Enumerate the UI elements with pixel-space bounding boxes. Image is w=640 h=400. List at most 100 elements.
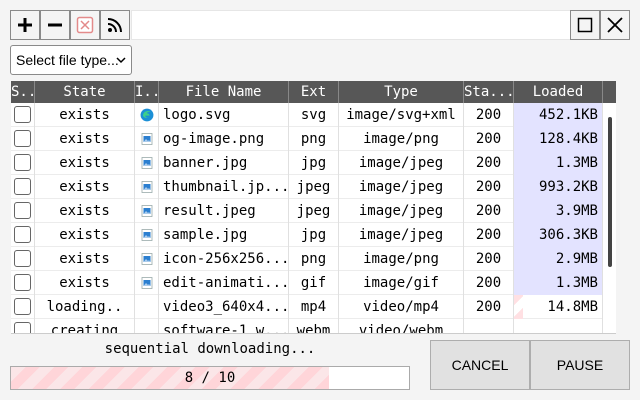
cancel-button[interactable]: CANCEL <box>430 340 530 390</box>
loaded-value: 1.3MB <box>555 155 598 171</box>
state-cell: exists <box>35 223 135 247</box>
state-cell: exists <box>35 175 135 199</box>
status-text: sequential downloading... <box>104 341 316 357</box>
image-icon <box>141 181 153 193</box>
select-cell <box>11 175 35 199</box>
pause-button[interactable]: PAUSE <box>530 340 630 390</box>
header-loaded[interactable]: Loaded <box>514 81 603 103</box>
state-cell: creating <box>35 319 135 333</box>
header-status[interactable]: Sta... <box>464 81 514 103</box>
type-cell: video/webm <box>339 319 464 333</box>
loaded-value: 1.3MB <box>555 275 598 291</box>
table-row[interactable]: exists sample.jpg jpg image/jpeg 200 306.3KB <box>11 223 603 247</box>
row-checkbox[interactable] <box>14 226 31 243</box>
icon-cell <box>135 127 159 151</box>
row-checkbox[interactable] <box>14 322 31 333</box>
ext-cell: jpeg <box>289 175 339 199</box>
scrollbar-thumb[interactable] <box>608 117 612 267</box>
ext-cell: png <box>289 247 339 271</box>
type-cell: image/jpeg <box>339 175 464 199</box>
remove-button[interactable] <box>40 10 70 40</box>
close-button[interactable] <box>600 10 630 40</box>
file-name-cell[interactable]: banner.jpg <box>159 151 289 175</box>
icon-cell <box>135 151 159 175</box>
table-row[interactable]: exists thumbnail.jp... jpeg image/jpeg 200 99… <box>11 175 603 199</box>
table-row[interactable]: exists banner.jpg jpg image/jpeg 200 1.3MB <box>11 151 603 175</box>
row-checkbox[interactable] <box>14 154 31 171</box>
type-cell: image/jpeg <box>339 223 464 247</box>
clear-button[interactable] <box>70 10 100 40</box>
header-select[interactable]: S... <box>11 81 35 103</box>
image-icon <box>141 133 153 145</box>
type-cell: video/mp4 <box>339 295 464 319</box>
file-name-cell[interactable]: video3_640x4... <box>159 295 289 319</box>
ext-cell: jpg <box>289 223 339 247</box>
status-cell: 200 <box>464 271 514 295</box>
file-name-cell[interactable]: result.jpeg <box>159 199 289 223</box>
loaded-cell: 306.3KB <box>514 223 603 247</box>
image-icon <box>141 229 153 241</box>
header-icon[interactable]: I... <box>135 81 159 103</box>
select-cell <box>11 151 35 175</box>
table-row[interactable]: exists edit-animati... gif image/gif 200 1.3M… <box>11 271 603 295</box>
table-row[interactable]: exists og-image.png png image/png 200 128.4KB <box>11 127 603 151</box>
select-cell <box>11 103 35 127</box>
row-checkbox[interactable] <box>14 178 31 195</box>
file-name-cell[interactable]: og-image.png <box>159 127 289 151</box>
row-checkbox[interactable] <box>14 298 31 315</box>
row-checkbox[interactable] <box>14 202 31 219</box>
header-type[interactable]: Type <box>339 81 464 103</box>
ext-cell: webm <box>289 319 339 333</box>
state-cell: exists <box>35 199 135 223</box>
loaded-cell: 452.1KB <box>514 103 603 127</box>
image-icon <box>141 205 153 217</box>
minus-icon <box>48 23 62 27</box>
loaded-value: 306.3KB <box>538 227 598 243</box>
table-row[interactable]: loading.. video3_640x4... mp4 video/mp4 200 1… <box>11 295 603 319</box>
status-cell: 200 <box>464 247 514 271</box>
loaded-value: 452.1KB <box>538 107 598 123</box>
select-cell <box>11 199 35 223</box>
row-checkbox[interactable] <box>14 106 31 123</box>
icon-cell <box>135 319 159 333</box>
select-cell <box>11 127 35 151</box>
add-button[interactable] <box>10 10 40 40</box>
file-name-cell[interactable]: icon-256x256... <box>159 247 289 271</box>
table-row[interactable]: creating software-1_w... webm video/webm <box>11 319 603 333</box>
loaded-progress-fill <box>514 295 523 319</box>
file-name-cell[interactable]: sample.jpg <box>159 223 289 247</box>
file-name-cell[interactable]: software-1_w... <box>159 319 289 333</box>
row-checkbox[interactable] <box>14 130 31 147</box>
icon-cell <box>135 223 159 247</box>
loaded-cell: 14.8MB <box>514 295 603 319</box>
toolbar <box>10 10 630 40</box>
file-name-cell[interactable]: thumbnail.jp... <box>159 175 289 199</box>
header-state[interactable]: State <box>35 81 135 103</box>
feed-button[interactable] <box>100 10 130 40</box>
url-bar[interactable] <box>131 10 577 40</box>
table-row[interactable]: exists result.jpeg jpeg image/jpeg 200 3.9MB <box>11 199 603 223</box>
maximize-button[interactable] <box>570 10 600 40</box>
file-type-select[interactable]: Select file type... <box>10 45 132 75</box>
vertical-scrollbar[interactable] <box>604 103 616 333</box>
state-cell: exists <box>35 127 135 151</box>
table-row[interactable]: exists icon-256x256... png image/png 200 2.9M… <box>11 247 603 271</box>
header-file-name[interactable]: File Name <box>159 81 289 103</box>
state-cell: exists <box>35 247 135 271</box>
image-icon <box>141 157 153 169</box>
row-checkbox[interactable] <box>14 250 31 267</box>
loaded-cell: 1.3MB <box>514 271 603 295</box>
icon-cell <box>135 247 159 271</box>
row-checkbox[interactable] <box>14 274 31 291</box>
file-name-cell[interactable]: edit-animati... <box>159 271 289 295</box>
edge-icon <box>140 108 154 122</box>
table-header: S... State I... File Name Ext Type Sta..… <box>11 81 616 103</box>
select-cell <box>11 319 35 333</box>
header-ext[interactable]: Ext <box>289 81 339 103</box>
image-icon <box>141 277 153 289</box>
image-icon <box>141 253 153 265</box>
loaded-cell: 1.3MB <box>514 151 603 175</box>
file-name-cell[interactable]: logo.svg <box>159 103 289 127</box>
loaded-cell: 2.9MB <box>514 247 603 271</box>
table-row[interactable]: exists logo.svg svg image/svg+xml 200 452.1KB <box>11 103 603 127</box>
